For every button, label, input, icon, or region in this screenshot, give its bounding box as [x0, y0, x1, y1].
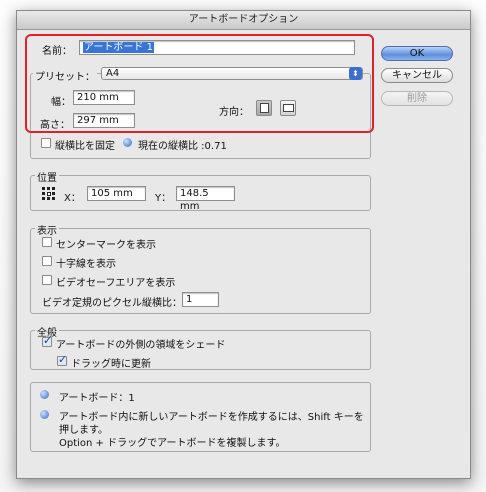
tip-line-3: Option + ドラッグでアートボードを複製します。: [59, 438, 286, 449]
y-label: Y：: [155, 193, 172, 204]
fade-outside-label: アートボードの外側の領域をシェード: [56, 340, 226, 351]
highlight-annotation: [25, 34, 374, 133]
constrain-proportions-checkbox[interactable]: [41, 138, 51, 148]
constrain-proportions-label: 縦横比を固定: [55, 141, 115, 152]
update-while-dragging-checkbox[interactable]: ✓: [57, 353, 68, 366]
x-input[interactable]: 105 mm: [87, 186, 146, 201]
show-video-safe-label: ビデオセーフエリアを表示: [56, 278, 176, 289]
pixel-aspect-ratio-label: ビデオ定規のピクセル縦横比：: [42, 298, 182, 309]
display-group-label: 表示: [35, 222, 59, 237]
update-while-dragging-label: ドラッグ時に更新: [71, 359, 151, 370]
fade-outside-checkbox[interactable]: ✓: [42, 334, 53, 347]
position-group-label: 位置: [35, 169, 59, 184]
x-label: X：: [64, 193, 81, 204]
ok-button[interactable]: OK: [381, 46, 453, 61]
current-ratio-text: 現在の縦横比 :0.71: [138, 141, 227, 152]
info-icon: [40, 410, 49, 419]
checkmark-icon: ✓: [58, 353, 68, 366]
reference-point-icon[interactable]: [42, 187, 55, 200]
window-title: アートボードオプション: [17, 11, 470, 30]
checkmark-icon: ✓: [43, 334, 53, 347]
show-cross-hairs-checkbox[interactable]: [42, 256, 52, 266]
info-icon: [40, 390, 49, 399]
show-video-safe-checkbox[interactable]: [42, 275, 52, 285]
delete-button[interactable]: 削除: [381, 91, 453, 106]
pixel-aspect-ratio-input[interactable]: 1: [182, 292, 219, 307]
show-center-mark-checkbox[interactable]: [42, 237, 52, 247]
y-input[interactable]: 148.5 mm: [176, 186, 235, 212]
cancel-button[interactable]: キャンセル: [381, 68, 453, 83]
artboard-count-text: アートボード：1: [59, 393, 135, 404]
show-center-mark-label: センターマークを表示: [56, 240, 156, 251]
show-cross-hairs-label: 十字線を表示: [56, 259, 116, 270]
info-icon: [123, 138, 132, 147]
